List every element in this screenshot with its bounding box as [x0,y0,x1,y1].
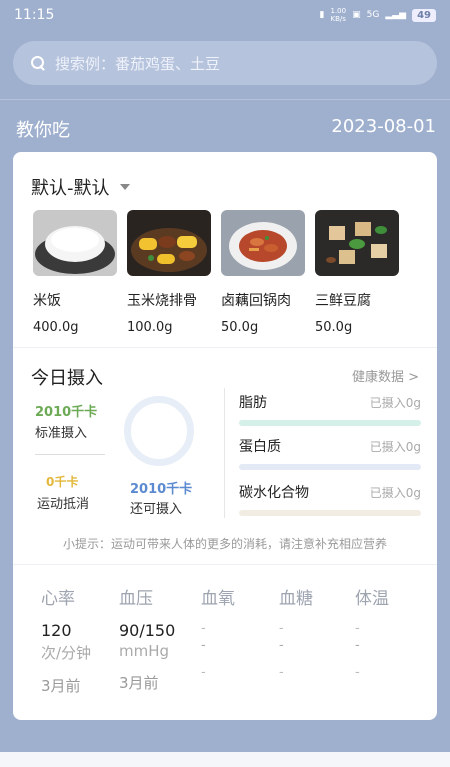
diet-card: 默认-默认 米饭 400.0g 玉米烧排骨 100.0g 卤藕回锅肉 50.0g… [13,152,437,720]
food-item[interactable]: 卤藕回锅肉 50.0g [221,210,305,335]
standard-kcal: 2010千卡 [35,405,98,420]
food-weight: 50.0g [221,320,259,335]
nutrient-bar [239,510,421,516]
vital-name: 体温 [355,589,389,609]
vital-blood-pressure[interactable]: 血压 90/150 mmHg 3月前 [119,584,199,693]
vital-time: - [201,665,206,680]
section-header: 教你吃 2023-08-01 [16,116,436,142]
exercise-label: 运动抵消 [37,497,90,512]
remaining-label: 还可摄入 [130,502,183,517]
nutrient-value: 已摄入0g [369,486,421,500]
vital-unit: - [355,638,360,653]
nutrient-value: 已摄入0g [369,396,421,410]
vital-blood-oxygen[interactable]: 血氧 - - - [201,584,281,680]
battery-icon: 49 [412,8,436,22]
health-data-link[interactable]: 健康数据 > [352,366,419,385]
corn-ribs-image [127,210,211,276]
vital-value: - [201,621,206,636]
nutrient-value: 已摄入0g [369,440,421,454]
status-time: 11:15 [14,7,55,23]
caret-down-icon [119,184,130,190]
food-name: 三鲜豆腐 [315,293,371,309]
network-speed-value: 1.00 [330,7,347,15]
nutrient-protein: 蛋白质 已摄入0g [239,436,421,470]
status-icons: ▮ 1.00 KB/s ▣ 5G ▂▃▅ 49 [320,7,436,23]
food-weight: 400.0g [33,320,79,335]
search-bar[interactable]: 搜索例：番茄鸡蛋、土豆 [13,41,437,85]
nutrient-name: 脂肪 [239,395,267,411]
vital-value: 90/150 [119,621,176,640]
exercise-kcal: 0千卡 [46,475,79,489]
remaining-kcal: 2010千卡 [130,482,193,497]
lotus-pork-image [221,210,305,276]
nutrient-name: 碳水化合物 [239,485,309,501]
tofu-image [315,210,399,276]
vital-value: - [355,621,360,636]
vital-time: - [355,665,360,680]
food-item[interactable]: 玉米烧排骨 100.0g [127,210,211,335]
section-title: 教你吃 [16,120,70,141]
vital-name: 血糖 [279,589,313,609]
vital-unit: - [201,638,206,653]
vital-temperature[interactable]: 体温 - - - [355,584,435,680]
calorie-ring [124,396,194,466]
signal-icon: ▂▃▅ [385,10,407,20]
tip-text: 小提示：运动可带来人体的更多的消耗，请注意补充相应营养 [62,537,387,551]
bottom-nav-partial [0,752,450,767]
nutrient-bar [239,420,421,426]
food-weight: 50.0g [315,320,353,335]
nutrient-name: 蛋白质 [239,439,281,455]
food-item[interactable]: 三鲜豆腐 50.0g [315,210,399,335]
divider [35,454,105,455]
food-name: 卤藕回锅肉 [221,293,291,309]
nutrient-fat: 脂肪 已摄入0g [239,392,421,426]
vital-name: 血氧 [201,589,235,609]
vital-name: 血压 [119,589,153,609]
food-weight: 100.0g [127,320,173,335]
nutrient-carbs: 碳水化合物 已摄入0g [239,482,421,516]
vital-unit: mmHg [119,642,170,660]
plan-selector[interactable]: 默认-默认 [31,174,130,200]
vital-heart-rate[interactable]: 心率 120 次/分钟 3月前 [41,584,121,696]
date-label[interactable]: 2023-08-01 [331,116,436,142]
network-speed-unit: KB/s [330,15,346,23]
food-name: 米饭 [33,293,61,309]
vital-value: - [279,621,284,636]
food-item[interactable]: 米饭 400.0g [33,210,117,335]
vital-name: 心率 [41,589,75,609]
plan-selected: 默认-默认 [31,178,110,199]
divider [224,388,225,518]
vital-blood-sugar[interactable]: 血糖 - - - [279,584,359,680]
nutrient-bar [239,464,421,470]
vital-time: - [279,665,284,680]
search-icon [31,56,45,70]
divider [13,347,437,348]
standard-label: 标准摄入 [35,426,88,441]
signal-label: 5G [366,10,380,20]
vital-unit: 次/分钟 [41,644,92,662]
network-speed: 1.00 KB/s [331,7,347,23]
vibrate-icon: ▮ [319,10,325,20]
intake-title: 今日摄入 [31,368,103,389]
vital-unit: - [279,638,284,653]
vital-time: 3月前 [41,677,81,695]
divider [13,564,437,565]
hd-icon: ▣ [352,10,361,20]
rice-image [33,210,117,276]
divider [0,99,450,100]
vital-time: 3月前 [119,674,159,692]
search-input[interactable]: 搜索例：番茄鸡蛋、土豆 [55,53,220,74]
vital-value: 120 [41,621,72,640]
food-name: 玉米烧排骨 [127,293,197,309]
status-bar: 11:15 ▮ 1.00 KB/s ▣ 5G ▂▃▅ 49 [0,0,450,30]
